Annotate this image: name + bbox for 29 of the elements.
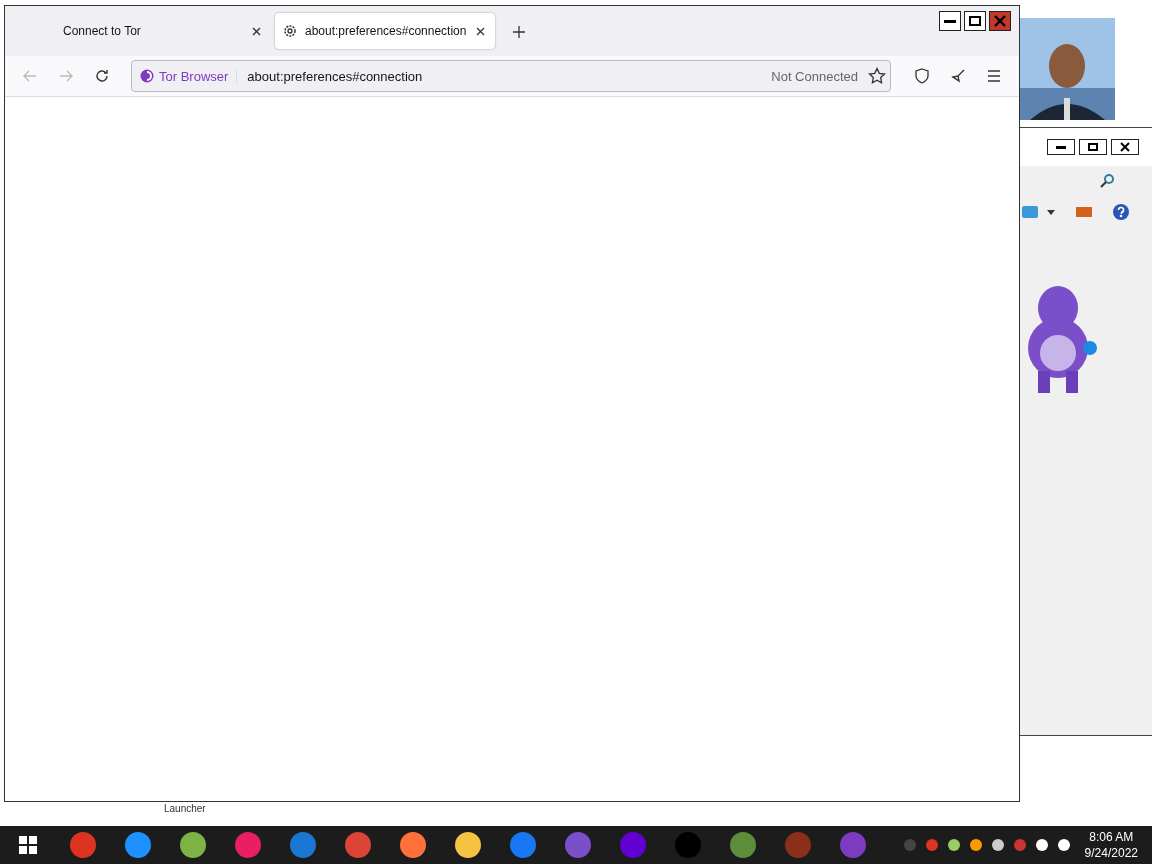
forward-icon (59, 70, 73, 82)
minimize-button[interactable] (1047, 139, 1075, 155)
close-icon (1120, 142, 1130, 152)
identity-label[interactable]: Tor Browser (140, 68, 238, 84)
minimize-icon (944, 19, 956, 23)
tab-title: about:preferences#connection (305, 24, 468, 38)
tab-title: Connect to Tor (63, 24, 142, 38)
maximize-icon (1088, 143, 1098, 151)
star-icon[interactable] (868, 67, 886, 85)
reload-icon (95, 69, 109, 83)
close-icon (994, 15, 1006, 27)
tab[interactable]: about:preferences#connection (275, 13, 495, 49)
clock[interactable]: 8:06 AM 9/24/2022 (1084, 829, 1138, 861)
close-button[interactable] (1111, 139, 1139, 155)
back-icon (23, 70, 37, 82)
maximize-button[interactable] (1079, 139, 1107, 155)
minimize-icon (1056, 145, 1066, 149)
tab[interactable]: Connect to Tor (23, 13, 271, 49)
desktop-icon-label: Launcher (164, 803, 206, 815)
help-icon[interactable] (1113, 204, 1129, 220)
url-text: about:preferences#connection (247, 68, 424, 84)
dropdown-icon[interactable] (1047, 210, 1055, 215)
search-icon[interactable] (1100, 174, 1114, 188)
address-bar[interactable]: Tor Browser about:preferences#connection Not Connected (131, 60, 891, 92)
maximize-icon (969, 16, 981, 26)
maximize-button[interactable] (964, 11, 986, 31)
settings-icon (283, 24, 297, 38)
minimize-button[interactable] (939, 11, 961, 31)
connection-status: Not Connected (771, 68, 858, 84)
